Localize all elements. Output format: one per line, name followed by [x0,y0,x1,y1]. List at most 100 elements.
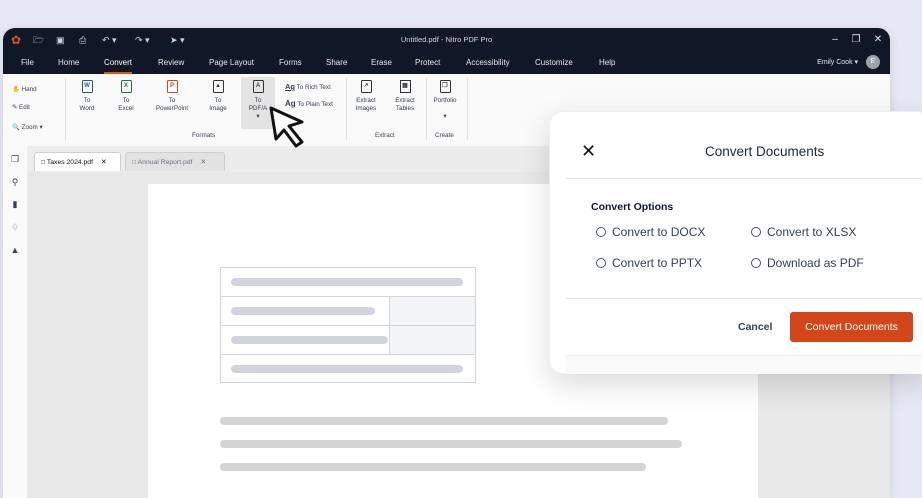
edit-tool[interactable]: ✎ Edit [12,104,30,111]
tag-icon[interactable]: ♢ [9,221,21,233]
hand-tool[interactable]: ✋ Hand [12,85,37,93]
menu-page-layout[interactable]: Page Layout [209,52,254,74]
lock-icon[interactable]: ▲ [9,244,21,256]
pdfa-icon: A [252,80,264,93]
hand-icon: ✋ [12,86,20,93]
close-icon[interactable]: ✕ [200,159,206,166]
to-image-label: To Image [209,97,227,112]
minimize-icon[interactable]: – [825,28,845,52]
menu-bar: File Home Convert Review Page Layout For… [3,52,890,74]
dialog-title: Convert Documents [705,144,825,159]
to-powerpoint-button[interactable]: P To PowerPoint [152,80,192,113]
option-download-pdf[interactable]: Download as PDF [751,256,864,270]
extract-images-label: Extract Images [355,97,377,112]
menu-convert[interactable]: Convert [104,52,133,74]
menu-file[interactable]: File [21,52,34,74]
image-icon: ▲ [212,80,224,93]
to-image-button[interactable]: ▲ To Image [205,80,231,113]
divider [467,78,468,140]
document-table [220,267,476,383]
tab-annual-report[interactable]: □ Annual Report.pdf ✕ [125,152,225,171]
group-formats: Formats [192,132,216,139]
close-icon[interactable]: ✕ [868,28,888,52]
avatar[interactable]: E [866,55,880,70]
document-icon: □ [132,159,137,166]
radio-button[interactable] [596,227,606,237]
divider [426,78,427,140]
to-rich-text-button[interactable]: Ag To Rich Text [285,82,331,91]
extract-images-button[interactable]: ↗ Extract Images [352,80,380,113]
group-extract: Extract [375,132,395,139]
window-title: Untitled.pdf - Nitro PDF Pro [400,35,493,44]
title-bar: ✿ 🗁 ▣ ⎙ ↶ ▾ ↷ ▾ ➤ ▾ Untitled.pdf - Nitro… [3,28,890,52]
convert-documents-dialog: ✕ Convert Documents Convert Options Conv… [549,111,922,374]
extract-images-icon: ↗ [360,80,372,93]
menu-protect[interactable]: Protect [415,52,440,74]
edit-icon: ✎ [12,104,18,111]
powerpoint-icon: P [166,80,178,93]
text-placeholder [231,307,375,315]
text-placeholder [220,463,646,471]
left-panel: ❐ ⚲ ▮ ♢ ▲ [3,146,28,498]
menu-forms[interactable]: Forms [279,52,302,74]
option-xlsx[interactable]: Convert to XLSX [751,225,856,239]
table-row [221,268,475,297]
extract-tables-label: Extract Tables [395,97,415,112]
divider [566,298,922,299]
user-name: Emily Cook [817,59,853,66]
to-word-button[interactable]: W To Word [74,80,100,113]
table-icon: ▦ [399,80,411,93]
radio-button[interactable] [596,258,606,268]
zoom-label: Zoom [21,124,38,131]
option-docx[interactable]: Convert to DOCX [596,225,705,239]
document-icon: □ [41,159,46,166]
rich-text-icon: Ag [285,82,295,91]
menu-review[interactable]: Review [158,52,184,74]
tab-taxes-2024[interactable]: □ Taxes 2024.pdf ✕ [34,152,121,171]
menu-customize[interactable]: Customize [535,52,573,74]
user-menu[interactable]: Emily Cook ▾ E [817,54,880,72]
text-placeholder [231,365,463,373]
option-label: Convert to PPTX [612,256,703,270]
option-label: Convert to XLSX [767,225,857,239]
to-rich-text-label: To Rich Text [296,84,331,91]
maximize-icon[interactable]: ❐ [846,28,866,52]
portfolio-button[interactable]: ❐ Portfolio ▾ [430,80,460,121]
text-placeholder [231,336,388,344]
convert-documents-button[interactable]: Convert Documents [790,312,913,342]
menu-share[interactable]: Share [326,52,347,74]
dialog-footer [566,355,922,374]
zoom-icon: 🔍 [12,124,20,131]
close-icon[interactable]: ✕ [101,159,107,166]
option-label: Download as PDF [767,256,864,270]
radio-button[interactable] [751,258,761,268]
to-excel-button[interactable]: X To Excel [113,80,139,113]
text-placeholder [231,278,463,286]
edit-label: Edit [19,104,30,111]
radio-button[interactable] [751,227,761,237]
excel-icon: X [120,80,132,93]
table-cell [389,326,475,354]
divider [346,78,347,140]
cancel-button[interactable]: Cancel [738,321,772,333]
chevron-down-icon: ▾ [854,59,859,66]
chevron-down-icon: ▾ [443,113,447,120]
table-cell [389,297,475,325]
table-row [221,355,475,383]
portfolio-icon: ❐ [439,80,451,93]
bookmark-icon[interactable]: ▮ [9,198,21,210]
close-icon[interactable]: ✕ [581,142,596,160]
menu-home[interactable]: Home [58,52,79,74]
text-placeholder [220,440,682,448]
extract-tables-button[interactable]: ▦ Extract Tables [391,80,419,113]
menu-erase[interactable]: Erase [371,52,392,74]
tab-label: Annual Report.pdf [137,159,193,166]
zoom-tool[interactable]: 🔍 Zoom ▾ [12,123,43,131]
option-pptx[interactable]: Convert to PPTX [596,256,702,270]
menu-accessibility[interactable]: Accessibility [466,52,510,74]
menu-help[interactable]: Help [599,52,615,74]
pages-icon[interactable]: ❐ [9,153,21,165]
search-icon[interactable]: ⚲ [9,176,21,188]
to-powerpoint-label: To PowerPoint [155,97,189,112]
hand-label: Hand [21,86,37,93]
